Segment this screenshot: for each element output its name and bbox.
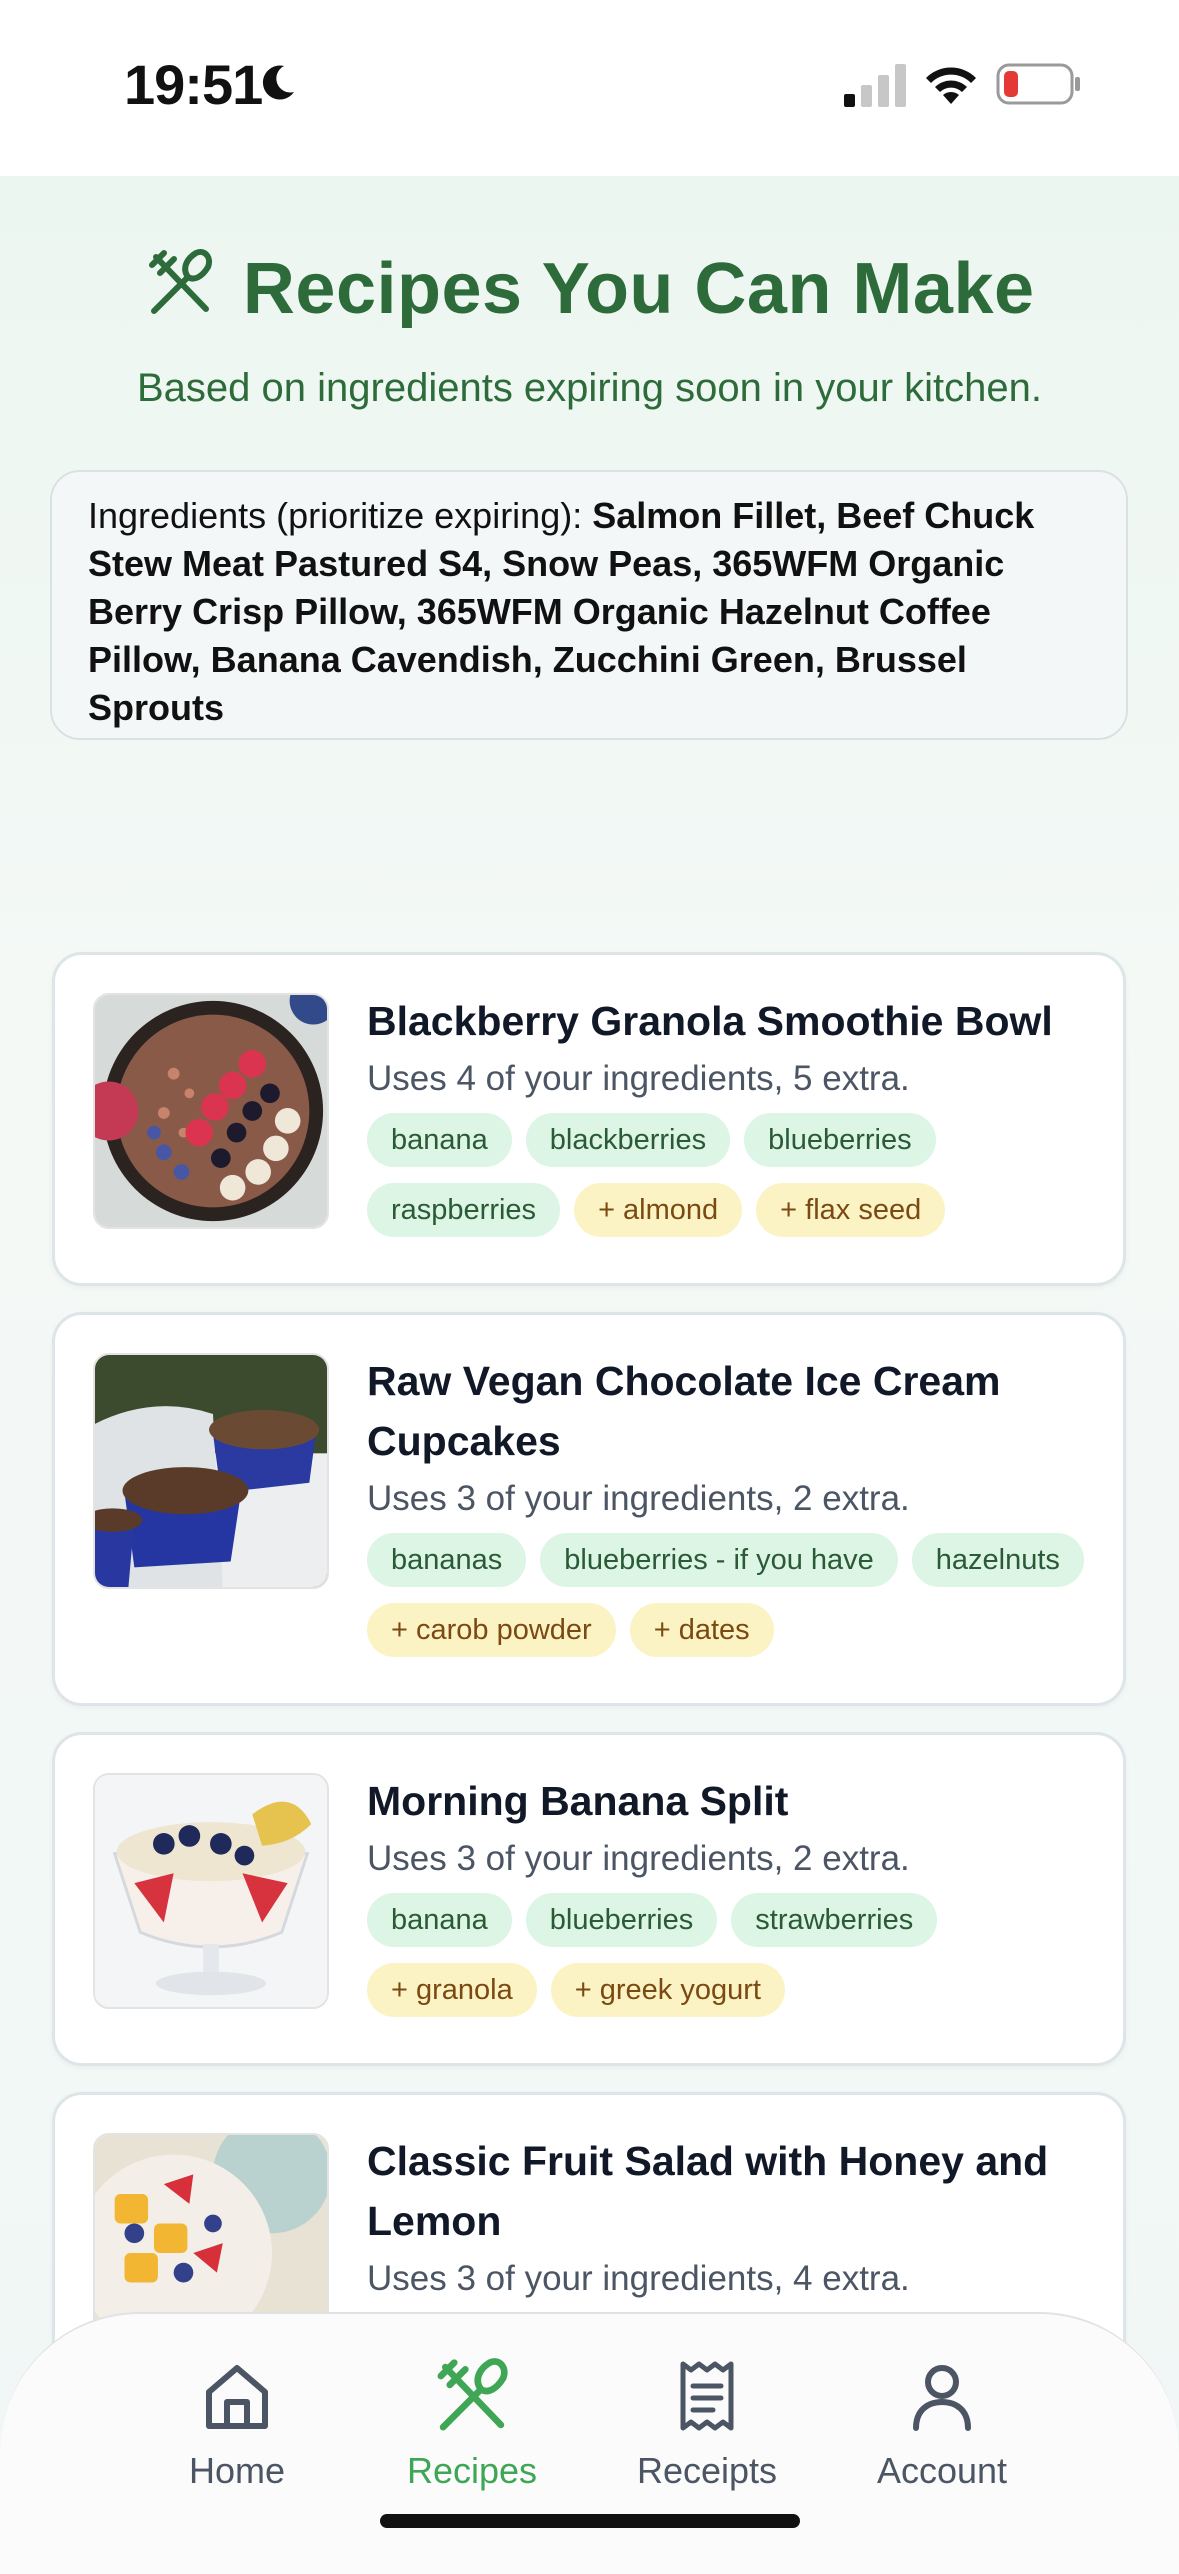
tab-recipes[interactable]: Recipes (352, 2356, 592, 2492)
recipe-summary: Uses 3 of your ingredients, 2 extra. (367, 1839, 910, 1878)
utensils-icon (149, 249, 213, 314)
ingredients-summary: Ingredients (prioritize expiring): Salmo… (50, 470, 1128, 740)
bottom-tab-bar: Home Recipes Receipts Account (0, 2312, 1179, 2574)
tab-home[interactable]: Home (117, 2356, 357, 2492)
recipe-title[interactable]: Morning Banana Split (367, 1771, 1087, 1831)
receipt-icon (680, 2361, 734, 2431)
recipe-image (93, 1773, 329, 2009)
battery-icon (996, 63, 1080, 105)
tag-extra: + granola (367, 1963, 537, 2017)
tag-have: bananas (367, 1533, 527, 1587)
recipe-card[interactable]: Raw Vegan Chocolate Ice Cream Cupcakes U… (52, 1312, 1126, 1706)
tag-have: blueberries (744, 1113, 936, 1167)
tag-have: raspberries (367, 1183, 561, 1237)
recipe-card[interactable]: Morning Banana Split Uses 3 of your ingr… (52, 1732, 1126, 2066)
recipe-title[interactable]: Blackberry Granola Smoothie Bowl (367, 991, 1087, 1051)
tag-have: banana (367, 1113, 512, 1167)
wifi-icon (926, 67, 976, 104)
status-time: 19:51 (124, 53, 263, 116)
recipe-title[interactable]: Raw Vegan Chocolate Ice Cream Cupcakes (367, 1351, 1087, 1471)
tag-extra: + greek yogurt (550, 1963, 785, 2017)
cellular-signal-icon (844, 64, 906, 107)
tag-have: hazelnuts (911, 1533, 1084, 1587)
home-icon (206, 2365, 268, 2429)
tag-extra: + almond (574, 1183, 743, 1237)
tab-recipes-label: Recipes (406, 2450, 538, 2491)
recipe-summary: Uses 4 of your ingredients, 5 extra. (367, 1059, 910, 1098)
tag-have: blueberries - if you have (540, 1533, 898, 1587)
user-icon (913, 2365, 971, 2431)
tag-have: blackberries (525, 1113, 731, 1167)
moon-icon (262, 65, 294, 100)
tag-extra: + dates (629, 1603, 774, 1657)
recipe-summary: Uses 3 of your ingredients, 4 extra. (367, 2259, 910, 2298)
recipe-summary: Uses 3 of your ingredients, 2 extra. (367, 1479, 910, 1518)
tab-home-label: Home (188, 2450, 286, 2491)
tag-have: strawberries (731, 1893, 938, 1947)
tag-have: blueberries (525, 1893, 718, 1947)
tab-account-label: Account (876, 2450, 1008, 2491)
ingredient-tags: bananas blueberries - if you have hazeln… (367, 1533, 1087, 1657)
page-title: Recipes You Can Make (242, 249, 1035, 329)
tab-receipts[interactable]: Receipts (587, 2356, 827, 2492)
utensils-icon (437, 2358, 508, 2431)
recipe-card[interactable]: Blackberry Granola Smoothie Bowl Uses 4 … (52, 952, 1126, 1286)
tag-extra: + carob powder (367, 1603, 616, 1657)
recipe-image (93, 1353, 329, 1589)
tab-receipts-label: Receipts (636, 2450, 778, 2491)
ingredient-tags: banana blackberries blueberries raspberr… (367, 1113, 1087, 1237)
page-header: Recipes You Can Make (0, 248, 1179, 330)
recipe-image (93, 993, 329, 1229)
home-indicator (380, 2514, 800, 2528)
ingredient-tags: banana blueberries strawberries + granol… (367, 1893, 1087, 2017)
tag-extra: + flax seed (756, 1183, 946, 1237)
page-subtitle: Based on ingredients expiring soon in yo… (137, 366, 1042, 410)
recipe-title[interactable]: Classic Fruit Salad with Honey and Lemon (367, 2131, 1087, 2251)
tag-have: banana (367, 1893, 512, 1947)
tab-account[interactable]: Account (822, 2356, 1062, 2492)
status-bar: 19:51 (0, 0, 1179, 176)
ingredients-label: Ingredients (prioritize expiring): (88, 495, 593, 536)
